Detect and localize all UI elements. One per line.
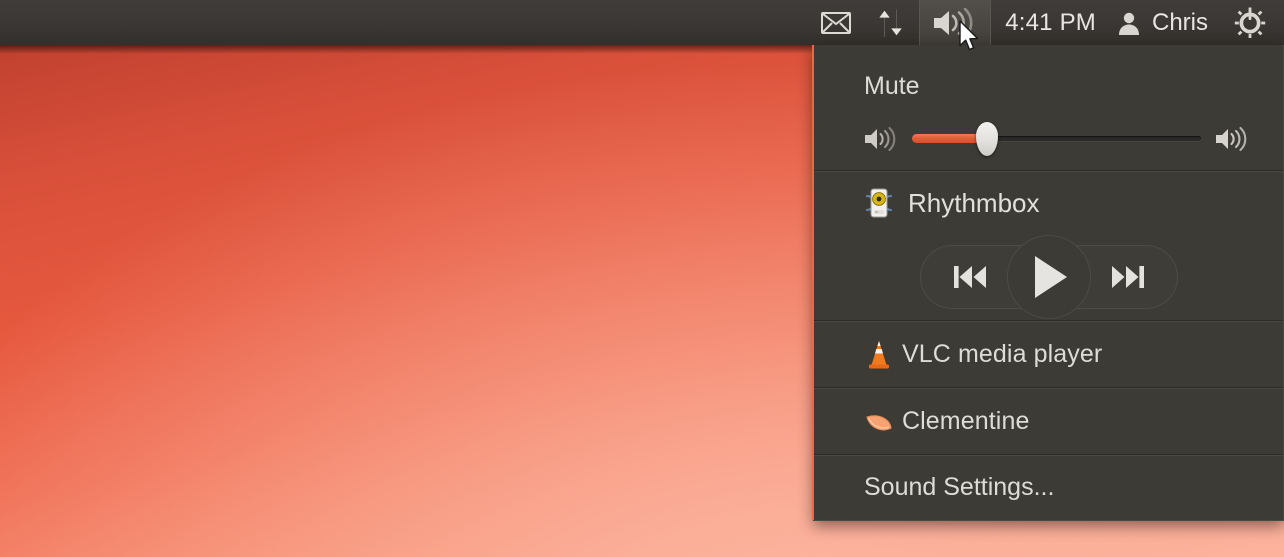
app-label-clementine: Clementine (902, 407, 1030, 435)
clock-label: 4:41 PM (1005, 8, 1096, 36)
play-icon (1026, 252, 1072, 302)
player-transport-controls (814, 234, 1283, 320)
volume-slider[interactable] (912, 121, 1201, 156)
avatar-icon (1116, 10, 1142, 36)
clock-indicator[interactable]: 4:41 PM (991, 0, 1110, 45)
speaker-high-icon (1215, 126, 1249, 152)
mail-indicator[interactable] (809, 0, 863, 45)
speaker-volume-icon (932, 7, 978, 38)
user-name-label: Chris (1151, 8, 1208, 36)
previous-track-button[interactable] (945, 252, 995, 302)
rhythmbox-icon (864, 187, 904, 219)
system-settings-indicator[interactable] (1222, 0, 1278, 45)
envelope-icon (821, 11, 852, 34)
sound-indicator-menu: Mute Rhythmbox VLC media player Clementi… (812, 45, 1284, 521)
sync-indicator[interactable] (863, 0, 919, 45)
up-down-arrows-icon (875, 8, 907, 38)
volume-slider-row[interactable] (814, 107, 1283, 170)
app-menu-item-vlc[interactable]: VLC media player (814, 322, 1283, 387)
player-header[interactable]: Rhythmbox (814, 172, 1283, 234)
sound-indicator[interactable] (919, 0, 992, 45)
next-track-icon (1107, 260, 1149, 294)
session-user-indicator[interactable]: Chris (1110, 0, 1222, 45)
speaker-low-icon (864, 126, 898, 152)
mute-label: Mute (864, 72, 920, 100)
volume-slider-handle[interactable] (976, 121, 999, 156)
next-track-button[interactable] (1103, 252, 1153, 302)
gear-power-icon (1234, 7, 1266, 39)
app-menu-item-clementine[interactable]: Clementine (814, 389, 1283, 454)
player-name-label: Rhythmbox (908, 187, 1040, 218)
sound-settings-menu-item[interactable]: Sound Settings... (814, 456, 1283, 519)
play-button[interactable] (1006, 235, 1091, 319)
sound-settings-label: Sound Settings... (864, 473, 1055, 501)
app-label-vlc: VLC media player (902, 340, 1103, 368)
mute-menu-item[interactable]: Mute (814, 45, 1283, 107)
clementine-icon (864, 408, 902, 436)
vlc-cone-icon (864, 339, 902, 371)
screen: 4:41 PM Chris Mute Rhythmbox VLC media p… (0, 0, 1284, 557)
previous-track-icon (949, 260, 991, 294)
top-panel: 4:41 PM Chris (0, 0, 1284, 45)
